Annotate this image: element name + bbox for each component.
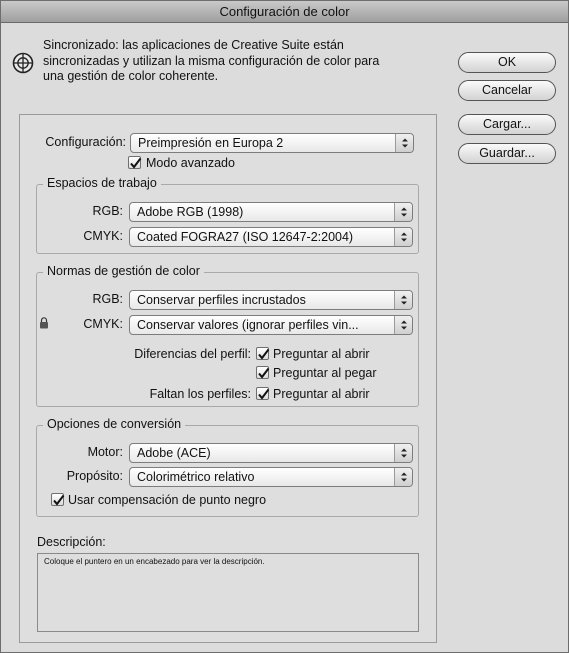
color-settings-window: Configuración de color Sincronizado: las…: [0, 0, 569, 653]
missing-profiles-label: Faltan los perfiles:: [149, 387, 251, 401]
engine-value: Adobe (ACE): [137, 446, 211, 460]
popup-arrows-icon: [394, 228, 412, 246]
working-spaces-group: Espacios de trabajo RGB: Adobe RGB (1998…: [36, 176, 419, 254]
working-cmyk-label: CMYK:: [83, 229, 123, 243]
description-box: Coloque el puntero en un encabezado para…: [37, 553, 419, 632]
sync-line-3: una gestión de color coherente.: [43, 69, 219, 83]
mismatch-ask-paste-label: Preguntar al pegar: [273, 366, 377, 380]
policy-cmyk-popup[interactable]: Conservar valores (ignorar perfiles vin.…: [129, 315, 413, 335]
policy-cmyk-label: CMYK:: [83, 317, 123, 331]
profile-mismatch-label: Diferencias del perfil:: [134, 347, 251, 361]
save-button[interactable]: Guardar...: [458, 143, 556, 164]
policies-group: Normas de gestión de color RGB: Conserva…: [36, 264, 419, 407]
mismatch-ask-open-label: Preguntar al abrir: [273, 347, 370, 361]
black-point-compensation-label: Usar compensación de punto negro: [68, 493, 267, 507]
working-rgb-popup[interactable]: Adobe RGB (1998): [129, 202, 413, 222]
working-spaces-title: Espacios de trabajo: [43, 176, 161, 190]
checkmark-icon: [258, 367, 270, 379]
engine-popup[interactable]: Adobe (ACE): [129, 443, 413, 463]
working-rgb-label: RGB:: [92, 204, 123, 218]
advanced-mode-label: Modo avanzado: [146, 156, 235, 170]
advanced-mode-checkbox[interactable]: [128, 156, 142, 169]
ok-button[interactable]: OK: [458, 52, 556, 73]
black-point-compensation-checkbox[interactable]: [51, 493, 65, 506]
checkmark-icon: [258, 388, 270, 400]
policy-rgb-label: RGB:: [92, 292, 123, 306]
load-button[interactable]: Cargar...: [458, 114, 556, 135]
popup-arrows-icon: [395, 134, 413, 152]
missing-ask-open-checkbox[interactable]: [256, 387, 270, 400]
settings-popup-value: Preimpresión en Europa 2: [138, 136, 284, 150]
mismatch-ask-paste-checkbox[interactable]: [256, 366, 270, 379]
checkmark-icon: [53, 494, 65, 506]
popup-arrows-icon: [394, 203, 412, 221]
working-cmyk-popup[interactable]: Coated FOGRA27 (ISO 12647-2:2004): [129, 227, 413, 247]
intent-value: Colorimétrico relativo: [137, 470, 255, 484]
settings-popup[interactable]: Preimpresión en Europa 2: [130, 133, 414, 153]
conversion-title: Opciones de conversión: [43, 417, 186, 431]
engine-label: Motor:: [87, 445, 123, 459]
description-text: Coloque el puntero en un encabezado para…: [44, 557, 265, 566]
settings-label: Configuración:: [45, 135, 126, 149]
sync-line-1: Sincronizado: las aplicaciones de Creati…: [43, 38, 344, 52]
working-cmyk-value: Coated FOGRA27 (ISO 12647-2:2004): [137, 230, 354, 244]
policies-title: Normas de gestión de color: [43, 264, 204, 278]
description-label: Descripción:: [37, 535, 106, 549]
mismatch-ask-open-checkbox[interactable]: [256, 347, 270, 360]
checkmark-icon: [130, 157, 142, 169]
cancel-button[interactable]: Cancelar: [458, 80, 556, 101]
checkmark-icon: [258, 348, 270, 360]
policy-rgb-value: Conservar perfiles incrustados: [137, 293, 306, 307]
missing-ask-open-label: Preguntar al abrir: [273, 387, 370, 401]
sync-line-2: sincronizadas y utilizan la misma config…: [43, 53, 380, 68]
sync-status-text: Sincronizado: las aplicaciones de Creati…: [43, 38, 423, 85]
policy-cmyk-value: Conservar valores (ignorar perfiles vin.…: [137, 318, 359, 332]
color-sync-circle-icon: [12, 52, 34, 74]
popup-arrows-icon: [394, 444, 412, 462]
popup-arrows-icon: [394, 468, 412, 486]
working-rgb-value: Adobe RGB (1998): [137, 205, 244, 219]
intent-popup[interactable]: Colorimétrico relativo: [129, 467, 413, 487]
lock-icon: [40, 317, 48, 329]
intent-label: Propósito:: [66, 469, 123, 483]
settings-panel: Configuración: Preimpresión en Europa 2 …: [19, 114, 437, 643]
window-title: Configuración de color: [1, 1, 568, 23]
conversion-group: Opciones de conversión Motor: Adobe (ACE…: [36, 417, 419, 517]
popup-arrows-icon: [394, 316, 412, 334]
policy-rgb-popup[interactable]: Conservar perfiles incrustados: [129, 290, 413, 310]
popup-arrows-icon: [394, 291, 412, 309]
